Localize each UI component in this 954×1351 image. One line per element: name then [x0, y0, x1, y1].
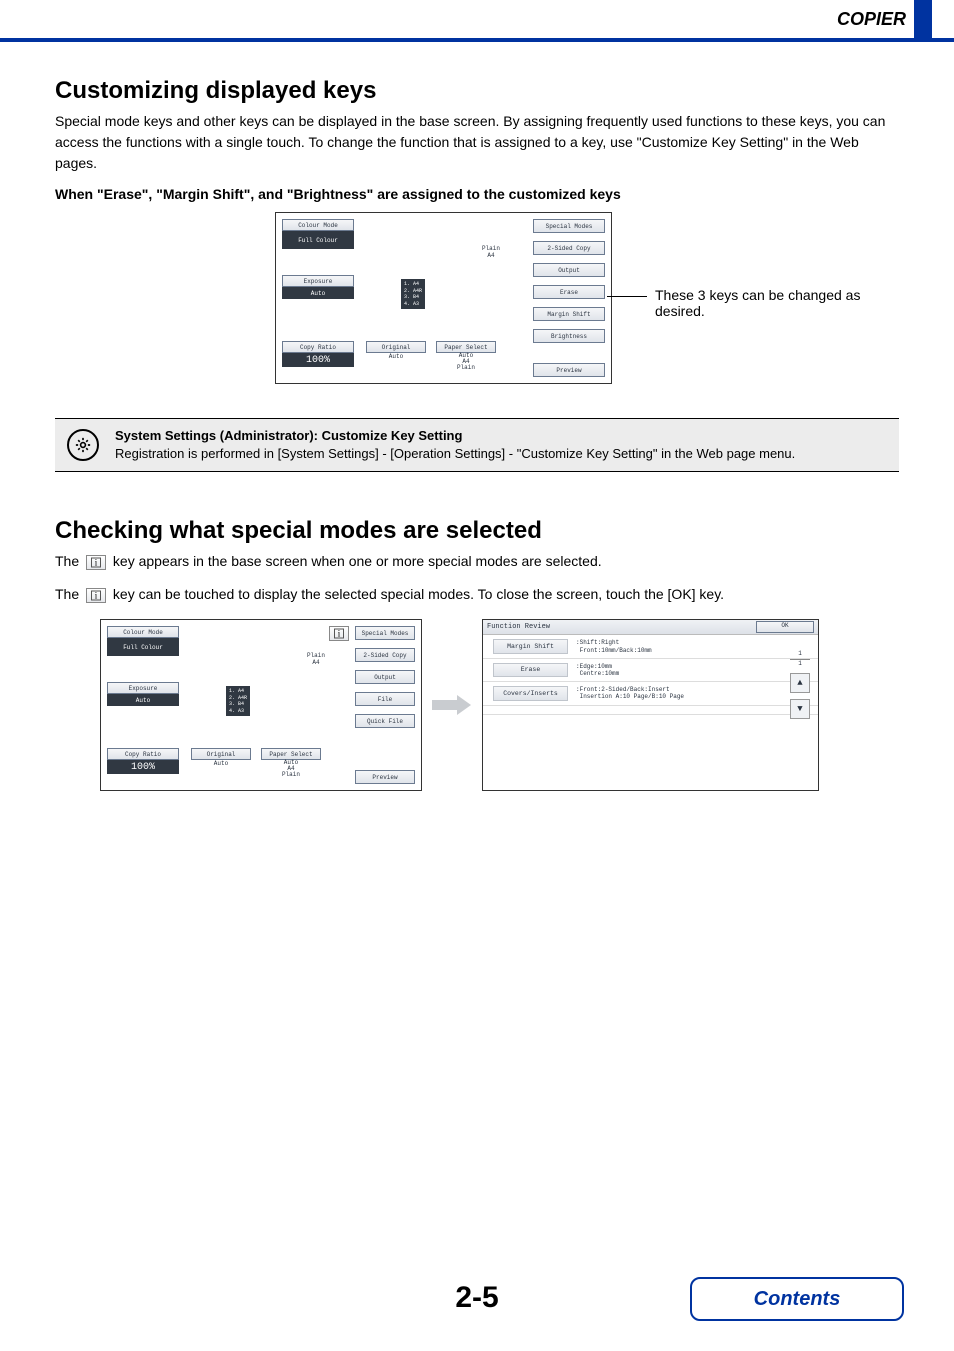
tray-list: 1. A4 2. A4R 3. B4 4. A3 — [226, 686, 250, 716]
review-label-erase[interactable]: Erase — [493, 663, 568, 677]
contents-link[interactable]: Contents — [690, 1277, 904, 1321]
file-button[interactable]: File — [355, 692, 415, 706]
info-key-icon — [86, 588, 106, 603]
section1-intro: Special mode keys and other keys can be … — [55, 111, 899, 174]
section1-title: Customizing displayed keys — [55, 77, 899, 105]
two-sided-copy-button[interactable]: 2-Sided Copy — [533, 241, 605, 255]
margin-shift-button[interactable]: Margin Shift — [533, 307, 605, 321]
copy-ratio-button[interactable]: Copy Ratio — [282, 341, 354, 353]
colour-mode-button[interactable]: Colour Mode — [107, 626, 179, 638]
callout-body: Registration is performed in [System Set… — [115, 445, 795, 463]
output-button[interactable]: Output — [533, 263, 605, 277]
special-modes-button[interactable]: Special Modes — [355, 626, 415, 640]
review-desc: :Edge:10mm Centre:10mm — [576, 663, 619, 677]
copy-ratio-value: 100% — [282, 353, 354, 367]
review-label-covers[interactable]: Covers/Inserts — [493, 686, 568, 700]
admin-callout: System Settings (Administrator): Customi… — [55, 418, 899, 472]
plain-a4-label: Plain A4 — [471, 245, 511, 259]
info-key-on-panel[interactable] — [329, 626, 349, 641]
header-accent — [914, 0, 932, 38]
output-button[interactable]: Output — [355, 670, 415, 684]
section2-line2: The key can be touched to display the se… — [55, 584, 899, 605]
tray-list: 1. A4 2. A4R 3. B4 4. A3 — [401, 279, 425, 309]
copier-base-screen-2: Colour Mode Full Colour Exposure Auto Co… — [100, 619, 422, 791]
review-desc: :Front:2-Sided/Back:Insert Insertion A:1… — [576, 686, 684, 700]
original-value: Auto — [366, 353, 426, 360]
pager: 1 1 ▲ ▼ — [790, 650, 810, 719]
original-button[interactable]: Original — [366, 341, 426, 353]
preview-button[interactable]: Preview — [355, 770, 415, 784]
two-sided-copy-button[interactable]: 2-Sided Copy — [355, 648, 415, 662]
exposure-value: Auto — [107, 694, 179, 706]
page-header: COPIER — [0, 0, 954, 38]
gear-icon — [67, 429, 99, 461]
quick-file-button[interactable]: Quick File — [355, 714, 415, 728]
exposure-button[interactable]: Exposure — [282, 275, 354, 287]
original-button[interactable]: Original — [191, 748, 251, 760]
ok-button[interactable]: OK — [756, 621, 814, 633]
review-desc: :Shift:Right Front:10mm/Back:10mm — [576, 639, 652, 653]
paper-select-value: Auto A4 Plain — [261, 760, 321, 778]
colour-mode-button[interactable]: Colour Mode — [282, 219, 354, 231]
paper-select-value: Auto A4 Plain — [436, 353, 496, 371]
review-title: Function Review — [487, 623, 550, 631]
review-label-margin-shift[interactable]: Margin Shift — [493, 639, 568, 653]
section2-line1: The key appears in the base screen when … — [55, 551, 899, 572]
example-heading: When "Erase", "Margin Shift", and "Brigh… — [55, 186, 899, 202]
arrow-right-icon — [432, 695, 472, 715]
plain-a4-label: Plain A4 — [296, 652, 336, 666]
copy-ratio-button[interactable]: Copy Ratio — [107, 748, 179, 760]
copier-base-screen-1: Colour Mode Full Colour Exposure Auto Co… — [275, 212, 612, 384]
function-review-panel: Function Review OK Margin Shift :Shift:R… — [482, 619, 819, 791]
caption-lead-line — [607, 296, 647, 297]
exposure-value: Auto — [282, 287, 354, 299]
section2-title: Checking what special modes are selected — [55, 517, 899, 545]
full-colour-value: Full Colour — [282, 231, 354, 249]
original-value: Auto — [191, 760, 251, 767]
page-up-button[interactable]: ▲ — [790, 673, 810, 693]
full-colour-value: Full Colour — [107, 638, 179, 656]
brightness-button[interactable]: Brightness — [533, 329, 605, 343]
erase-button[interactable]: Erase — [533, 285, 605, 299]
panel-caption: These 3 keys can be changed as desired. — [655, 287, 865, 319]
callout-title: System Settings (Administrator): Customi… — [115, 427, 795, 445]
section-label: COPIER — [837, 9, 906, 30]
page-down-button[interactable]: ▼ — [790, 699, 810, 719]
copy-ratio-value: 100% — [107, 760, 179, 774]
preview-button[interactable]: Preview — [533, 363, 605, 377]
exposure-button[interactable]: Exposure — [107, 682, 179, 694]
info-key-icon — [86, 555, 106, 570]
special-modes-button[interactable]: Special Modes — [533, 219, 605, 233]
